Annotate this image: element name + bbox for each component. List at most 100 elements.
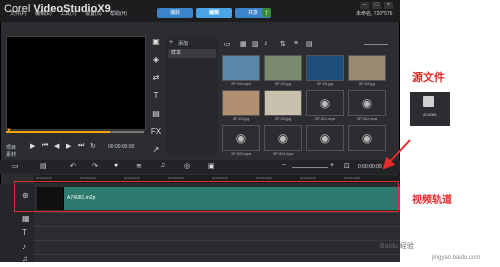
timeline-view-icon[interactable]: ▤	[40, 162, 47, 170]
project-duration: 0:00:00:00	[358, 164, 382, 170]
library-thumbnail[interactable]	[222, 55, 260, 81]
skip-end-icon[interactable]: ⏭	[78, 142, 84, 150]
import-folder-icon[interactable]: ▭	[224, 40, 231, 48]
track-divider	[34, 226, 400, 227]
thumbnail-label: SP-I03.jpg	[274, 117, 292, 121]
menu-edit[interactable]: 编辑(E)	[35, 10, 52, 17]
preview-timecode: 00:00:00:00	[108, 144, 135, 150]
audio-thumbnail[interactable]: ◉	[348, 125, 386, 151]
record-icon[interactable]: ●	[114, 162, 118, 169]
project-mode-label[interactable]: 项目	[6, 144, 16, 151]
thumbnail-label: SP-S03.mpa	[231, 152, 251, 156]
close-icon[interactable]: ×	[384, 2, 393, 9]
watermark-url: jingyan.baidu.com	[432, 255, 481, 261]
library-folder-sample[interactable]: 样本	[168, 49, 216, 58]
audio-thumbnail[interactable]: ◉	[348, 90, 386, 116]
undo-icon[interactable]: ↶	[70, 162, 76, 170]
tab-capture[interactable]: 捕获	[157, 8, 193, 18]
library-thumbnail[interactable]	[222, 90, 260, 116]
track-divider	[34, 254, 400, 255]
library-thumbnail[interactable]	[306, 55, 344, 81]
upload-icon[interactable]: ↑	[262, 8, 271, 17]
motion-tracking-icon[interactable]: ◎	[184, 162, 190, 170]
thumbnail-label: SP-I01.jpg	[316, 82, 334, 86]
trim-marker-icon[interactable]: ▼	[6, 128, 12, 134]
forward-icon[interactable]: ▶	[66, 142, 71, 150]
library-thumbnail[interactable]	[264, 55, 302, 81]
clip-mode-label[interactable]: 素材	[6, 151, 16, 158]
voice-track-icon[interactable]: ♪	[22, 242, 26, 251]
rewind-icon[interactable]: ◀	[54, 142, 59, 150]
play-icon[interactable]: ▶	[30, 142, 35, 150]
add-label[interactable]: 添加	[178, 40, 188, 47]
library-side-tools: ▣ ◈ ⇄ T ▤ FX ↗	[150, 36, 164, 156]
audio-thumbnail[interactable]: ◉	[306, 125, 344, 151]
fit-project-icon[interactable]: ⊡	[344, 162, 350, 170]
audio-thumbnail[interactable]: ◉	[222, 125, 260, 151]
grid-view-icon[interactable]: ▤	[306, 40, 313, 48]
source-file-tile[interactable]: A74081	[410, 92, 450, 126]
ruler-tick: 00:00:10:00	[256, 176, 272, 180]
source-file-label: 源文件	[412, 72, 445, 84]
instant-project-icon[interactable]: ◈	[150, 54, 162, 66]
minimize-icon[interactable]: –	[360, 2, 369, 9]
mixer-icon[interactable]: ≋	[136, 162, 142, 170]
library-toolbar: ▭ ▦ ▨ ♪ ⇅ ≡ ▤	[220, 36, 392, 52]
thumbnail-label: SP-S01.mpa	[315, 117, 335, 121]
zoom-in-icon[interactable]: +	[330, 162, 334, 169]
file-icon	[423, 96, 434, 107]
library-thumbnail[interactable]	[348, 55, 386, 81]
graphic-icon[interactable]: ▤	[150, 108, 162, 120]
title-track-icon[interactable]: T	[22, 228, 27, 237]
audio-thumbnail[interactable]: ◉	[306, 90, 344, 116]
zoom-out-icon[interactable]: −	[282, 162, 286, 169]
add-icon[interactable]: +	[169, 39, 173, 46]
maximize-icon[interactable]: □	[372, 2, 381, 9]
thumbnail-label: SP-I01.jpg	[274, 82, 292, 86]
filter-icon[interactable]: FX	[150, 126, 162, 138]
music-track-icon[interactable]: ♫	[22, 254, 28, 263]
subtitle-icon[interactable]: ▣	[208, 162, 215, 170]
sort-icon[interactable]: ⇅	[280, 40, 286, 48]
overlay-track-icon[interactable]: ▦	[22, 214, 30, 223]
source-file-name: A74081	[423, 112, 437, 117]
track-divider	[34, 212, 400, 213]
tab-edit[interactable]: 编辑	[196, 8, 232, 18]
thumbnail-label: SP-V04.mp4	[231, 82, 251, 86]
ruler-tick: 00:00:06:00	[168, 176, 184, 180]
ruler-tick: 00:00:08:00	[212, 176, 228, 180]
repeat-icon[interactable]: ↻	[90, 142, 96, 150]
show-video-icon[interactable]: ▦	[240, 40, 247, 48]
video-track-label: 视频轨道	[412, 195, 452, 206]
library-thumbnails: SP-V04.mp4 SP-I01.jpg SP-I01.jpg SP-I02.…	[222, 55, 392, 156]
track-divider	[34, 240, 400, 241]
path-icon[interactable]: ↗	[150, 144, 162, 156]
scrub-bar-fill	[6, 131, 110, 133]
ruler-tick: 00:00:02:00	[80, 176, 96, 180]
ruler-tick: 00:00:00:00	[36, 176, 52, 180]
transition-icon[interactable]: ⇄	[150, 72, 162, 84]
auto-music-icon[interactable]: ♫	[160, 162, 165, 169]
library-thumbnail[interactable]	[264, 90, 302, 116]
audio-thumbnail[interactable]: ◉	[264, 125, 302, 151]
show-audio-icon[interactable]: ♪	[264, 40, 268, 47]
menu-file[interactable]: 文件(F)	[10, 10, 26, 17]
media-icon[interactable]: ▣	[150, 36, 162, 48]
storyboard-view-icon[interactable]: ▭	[12, 162, 19, 170]
show-photo-icon[interactable]: ▨	[252, 40, 259, 48]
thumbnail-label: SP-S02.mpa	[357, 117, 377, 121]
library-panel: + 添加 样本	[166, 36, 218, 156]
zoom-slider[interactable]	[292, 167, 328, 168]
watermark-brand: Baidu 经验	[380, 243, 414, 250]
menu-settings[interactable]: 设置(S)	[85, 10, 102, 17]
thumbnail-label: SP-S04.mpa	[273, 152, 293, 156]
menu-tools[interactable]: 工具(T)	[60, 10, 76, 17]
ruler-tick: 00:00:04:00	[124, 176, 140, 180]
thumbnail-size-slider[interactable]	[364, 44, 388, 45]
title-icon[interactable]: T	[150, 90, 162, 102]
skip-start-icon[interactable]: ⏮	[42, 142, 48, 150]
preview-window[interactable]	[6, 36, 146, 130]
list-view-icon[interactable]: ≡	[294, 40, 298, 47]
redo-icon[interactable]: ↷	[92, 162, 98, 170]
menu-help[interactable]: 帮助(H)	[110, 10, 127, 17]
